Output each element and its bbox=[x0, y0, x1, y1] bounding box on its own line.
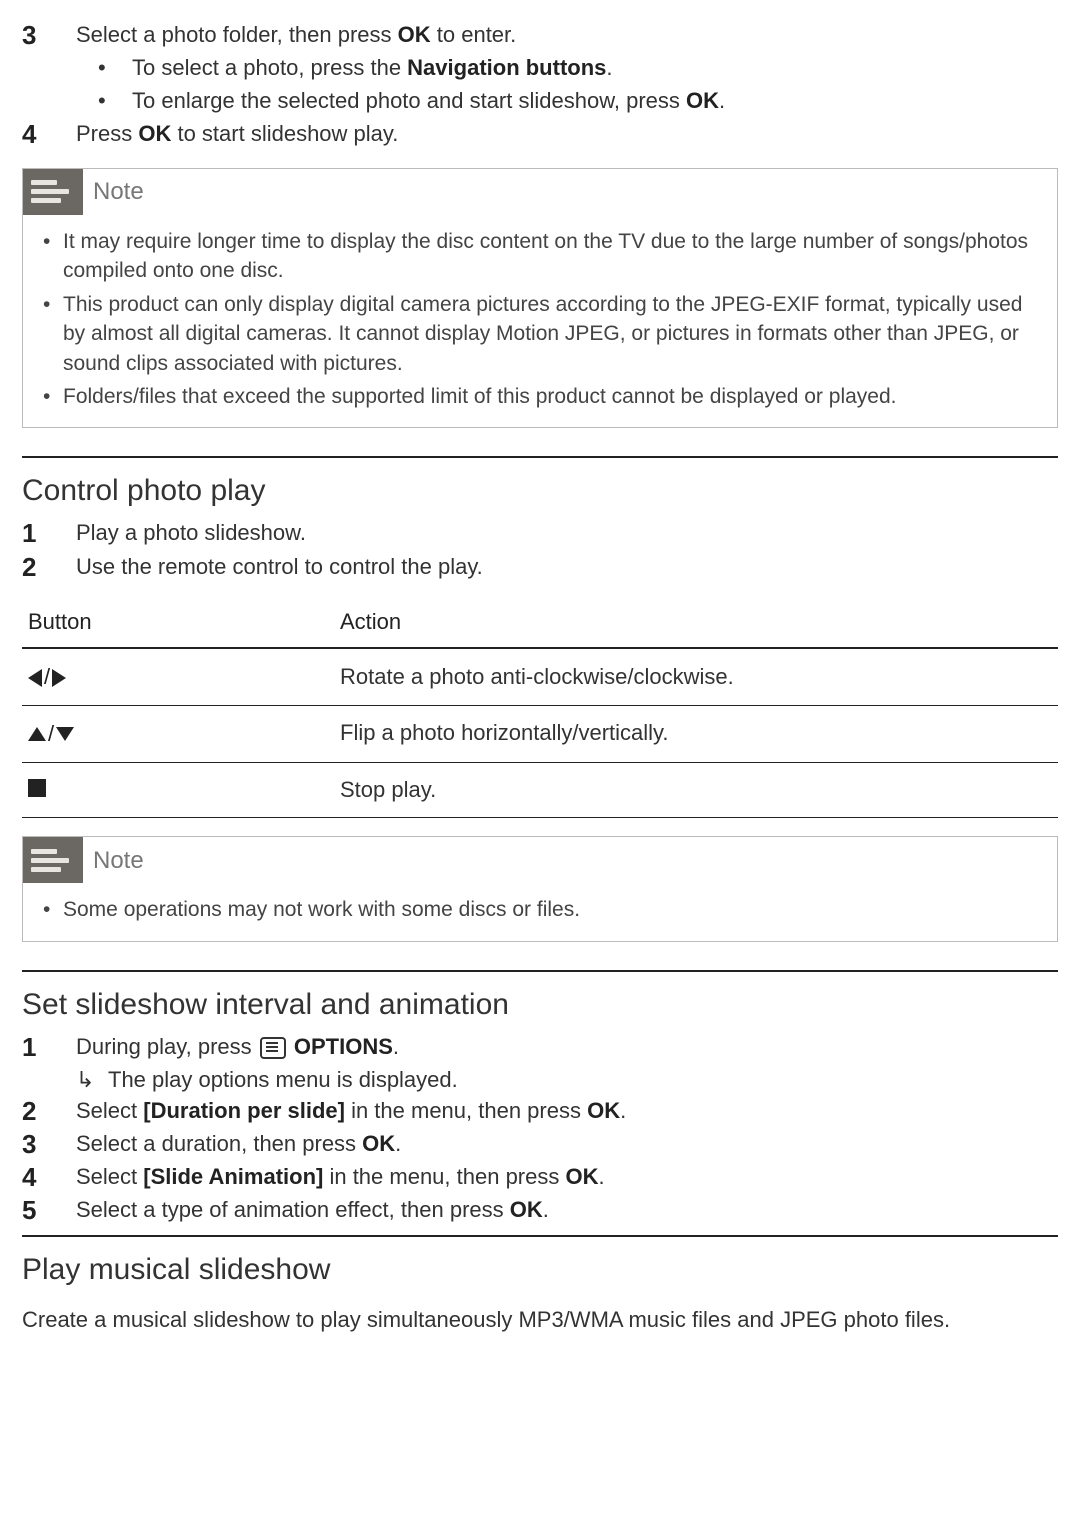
action-cell: Flip a photo horizontally/vertically. bbox=[334, 706, 1058, 763]
heading-control-photo-play: Control photo play bbox=[22, 470, 1058, 512]
step-3-sublist: To select a photo, press the Navigation … bbox=[76, 53, 1058, 117]
sub-item: To select a photo, press the Navigation … bbox=[76, 53, 1058, 84]
step-text: Select [Slide Animation] in the menu, th… bbox=[76, 1162, 1058, 1193]
step-text: Play a photo slideshow. bbox=[76, 518, 1058, 549]
heading-slideshow-interval: Set slideshow interval and animation bbox=[22, 984, 1058, 1026]
button-action-table: Button Action / Rotate a photo anti-cloc… bbox=[22, 597, 1058, 819]
note-body: It may require longer time to display th… bbox=[23, 215, 1057, 411]
options-icon bbox=[260, 1037, 286, 1059]
table-header-button: Button bbox=[22, 597, 334, 649]
table-row: / Rotate a photo anti-clockwise/clockwis… bbox=[22, 648, 1058, 705]
note-label: Note bbox=[93, 175, 144, 209]
step-text: Select [Duration per slide] in the menu,… bbox=[76, 1096, 1058, 1127]
step-1: 1 During play, press OPTIONS. bbox=[22, 1032, 1058, 1063]
step-number: 3 bbox=[22, 20, 76, 51]
step-text: Press OK to start slideshow play. bbox=[76, 119, 1058, 150]
button-cell bbox=[22, 762, 334, 818]
left-arrow-icon bbox=[28, 669, 42, 687]
step-number: 1 bbox=[22, 518, 76, 549]
paragraph: Create a musical slideshow to play simul… bbox=[22, 1305, 1058, 1336]
sub-item: To enlarge the selected photo and start … bbox=[76, 86, 1058, 117]
table-row: / Flip a photo horizontally/vertically. bbox=[22, 706, 1058, 763]
note-body: Some operations may not work with some d… bbox=[23, 883, 1057, 924]
step-text: Select a duration, then press OK. bbox=[76, 1129, 1058, 1160]
step-text: Select a photo folder, then press OK to … bbox=[76, 20, 1058, 51]
action-cell: Stop play. bbox=[334, 762, 1058, 818]
section-divider bbox=[22, 456, 1058, 458]
note-item: Folders/files that exceed the supported … bbox=[39, 382, 1041, 411]
step-result: The play options menu is displayed. bbox=[76, 1065, 1058, 1096]
step-2: 2 Use the remote control to control the … bbox=[22, 552, 1058, 583]
step-number: 1 bbox=[22, 1032, 76, 1063]
step-number: 4 bbox=[22, 1162, 76, 1193]
note-box: Note Some operations may not work with s… bbox=[22, 836, 1058, 941]
up-arrow-icon bbox=[28, 727, 46, 741]
table-header-action: Action bbox=[334, 597, 1058, 649]
step-text: During play, press OPTIONS. bbox=[76, 1032, 1058, 1063]
button-cell: / bbox=[22, 706, 334, 763]
note-icon bbox=[23, 837, 83, 883]
note-item: Some operations may not work with some d… bbox=[39, 895, 1041, 924]
note-item: This product can only display digital ca… bbox=[39, 290, 1041, 378]
step-number: 5 bbox=[22, 1195, 76, 1226]
step-2: 2 Select [Duration per slide] in the men… bbox=[22, 1096, 1058, 1127]
result-arrow-icon bbox=[76, 1065, 94, 1096]
table-row: Stop play. bbox=[22, 762, 1058, 818]
heading-musical-slideshow: Play musical slideshow bbox=[22, 1249, 1058, 1291]
step-number: 3 bbox=[22, 1129, 76, 1160]
action-cell: Rotate a photo anti-clockwise/clockwise. bbox=[334, 648, 1058, 705]
step-3: 3 Select a duration, then press OK. bbox=[22, 1129, 1058, 1160]
note-header: Note bbox=[23, 837, 1057, 883]
step-number: 2 bbox=[22, 552, 76, 583]
step-3: 3 Select a photo folder, then press OK t… bbox=[22, 20, 1058, 51]
button-cell: / bbox=[22, 648, 334, 705]
step-text: Use the remote control to control the pl… bbox=[76, 552, 1058, 583]
step-number: 4 bbox=[22, 119, 76, 150]
step-5: 5 Select a type of animation effect, the… bbox=[22, 1195, 1058, 1226]
step-1: 1 Play a photo slideshow. bbox=[22, 518, 1058, 549]
stop-icon bbox=[28, 779, 46, 797]
step-number: 2 bbox=[22, 1096, 76, 1127]
step-4: 4 Press OK to start slideshow play. bbox=[22, 119, 1058, 150]
note-box: Note It may require longer time to displ… bbox=[22, 168, 1058, 428]
right-arrow-icon bbox=[52, 669, 66, 687]
note-label: Note bbox=[93, 844, 144, 878]
note-header: Note bbox=[23, 169, 1057, 215]
step-text: Select a type of animation effect, then … bbox=[76, 1195, 1058, 1226]
section-divider bbox=[22, 970, 1058, 972]
note-icon bbox=[23, 169, 83, 215]
note-item: It may require longer time to display th… bbox=[39, 227, 1041, 286]
step-4: 4 Select [Slide Animation] in the menu, … bbox=[22, 1162, 1058, 1193]
down-arrow-icon bbox=[56, 727, 74, 741]
section-divider bbox=[22, 1235, 1058, 1237]
